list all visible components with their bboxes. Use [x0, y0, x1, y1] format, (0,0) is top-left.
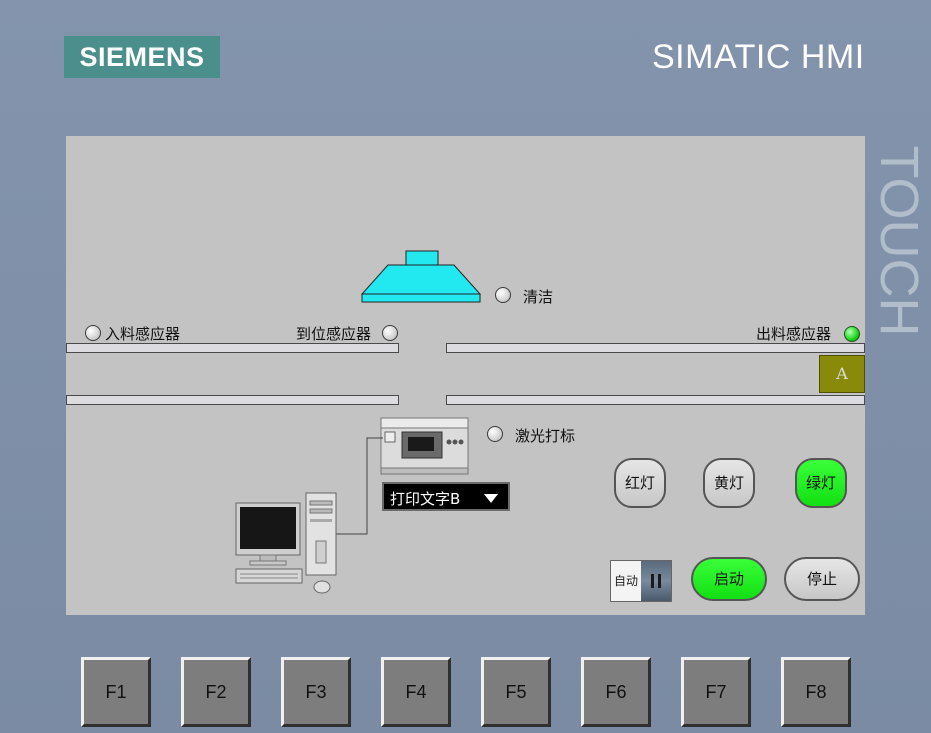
laser-label: 激光打标 [515, 427, 576, 445]
green-light-button[interactable]: 绿灯 [795, 458, 847, 508]
connection-cable [336, 437, 383, 535]
touch-label: TOUCH [869, 144, 929, 337]
outfeed-sensor-lamp [844, 326, 860, 342]
print-text-dropdown[interactable]: 打印文字B [382, 482, 510, 511]
computer-icon [235, 492, 337, 594]
conveyor-rail-top-left [66, 343, 399, 353]
laser-marker-icon [380, 417, 469, 475]
red-light-button[interactable]: 红灯 [614, 458, 666, 508]
position-sensor-label: 到位感应器 [296, 325, 372, 343]
position-sensor-lamp [382, 325, 398, 341]
conveyor-rail-bottom-right [446, 395, 865, 405]
yellow-light-button[interactable]: 黄灯 [703, 458, 755, 508]
clean-label: 清洁 [523, 288, 554, 306]
conveyor-rail-bottom-left [66, 395, 399, 405]
f4-key[interactable]: F4 [381, 657, 451, 727]
product-box: A [819, 355, 865, 393]
f1-key[interactable]: F1 [81, 657, 151, 727]
laser-lamp [487, 426, 503, 442]
chevron-down-icon [484, 494, 498, 503]
f2-key[interactable]: F2 [181, 657, 251, 727]
start-button[interactable]: 启动 [691, 557, 767, 601]
f6-key[interactable]: F6 [581, 657, 651, 727]
f7-key[interactable]: F7 [681, 657, 751, 727]
conveyor-rail-top-right [446, 343, 865, 353]
f5-key[interactable]: F5 [481, 657, 551, 727]
switch-knob [641, 561, 671, 601]
hmi-screen: 清洁 入料感应器 到位感应器 出料感应器 A 激光打标 打印文字B 红灯 黄灯 … [66, 136, 865, 615]
infeed-sensor-label: 入料感应器 [105, 325, 181, 343]
stop-button[interactable]: 停止 [784, 557, 860, 601]
hmi-panel-frame: SIEMENS SIMATIC HMI TOUCH 清洁 入料感应器 到位感应器… [0, 0, 931, 733]
clean-lamp [495, 287, 511, 303]
f3-key[interactable]: F3 [281, 657, 351, 727]
infeed-sensor-lamp [85, 325, 101, 341]
mode-switch-label: 自动 [614, 574, 639, 588]
outfeed-sensor-label: 出料感应器 [756, 325, 832, 343]
cleaning-hood-icon [360, 250, 482, 303]
print-text-value: 打印文字B [390, 490, 461, 508]
f8-key[interactable]: F8 [781, 657, 851, 727]
brand-title: SIMATIC HMI [652, 38, 865, 76]
siemens-logo: SIEMENS [64, 36, 220, 78]
auto-mode-switch[interactable]: 自动 [610, 560, 672, 602]
